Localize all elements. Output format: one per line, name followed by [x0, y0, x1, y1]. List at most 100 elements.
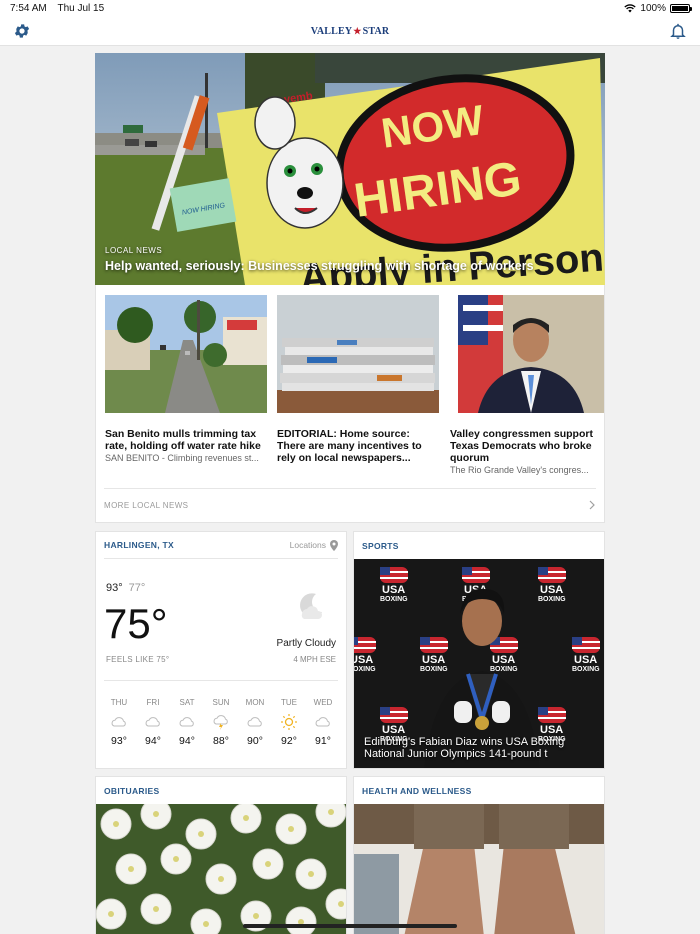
forecast-day: MON 90°	[238, 698, 272, 747]
chevron-right-icon	[589, 500, 595, 510]
battery-icon	[670, 4, 692, 13]
usa-boxing-logo: USABOXING	[538, 567, 566, 603]
story-subtitle: The Rio Grande Valley's congres...	[450, 465, 589, 475]
thunderstorm-icon	[212, 713, 230, 731]
svg-text:BOXING: BOXING	[380, 596, 408, 603]
forecast-day-name: FRI	[146, 698, 160, 707]
forecast-day-temp: 94°	[145, 735, 161, 747]
svg-text:USA: USA	[422, 654, 445, 666]
story-card[interactable]: Valley congressmen support Texas Democra…	[450, 295, 604, 475]
svg-text:USA: USA	[354, 654, 373, 666]
svg-text:BOXING: BOXING	[538, 596, 566, 603]
locations-button[interactable]: Locations	[289, 539, 338, 551]
flower	[185, 818, 217, 850]
nav-bar: VALLEY ★ STAR	[0, 18, 700, 46]
obituaries-section-title: OBITUARIES	[104, 785, 160, 796]
hero-story[interactable]: NOW HIRING Novemb Apply in Person NOW HI…	[95, 53, 605, 285]
logo-text-left: VALLEY	[310, 25, 353, 37]
usa-boxing-logo: USABOXING	[572, 637, 600, 673]
svg-text:BOXING: BOXING	[572, 666, 600, 673]
feels-like: FEELS LIKE 75°	[106, 655, 170, 664]
flower	[230, 804, 262, 834]
logo-star-icon: ★	[353, 25, 362, 36]
forecast-day: WED 91°	[306, 698, 340, 747]
home-indicator[interactable]	[243, 924, 457, 928]
usa-boxing-logo: USABOXING	[380, 567, 408, 603]
svg-text:USA: USA	[382, 724, 405, 736]
flower	[295, 858, 327, 890]
forecast-day-temp: 88°	[213, 735, 229, 747]
location-pin-icon	[330, 539, 338, 551]
flower	[140, 804, 172, 830]
flower	[140, 893, 172, 925]
forecast-day-name: SAT	[179, 698, 195, 707]
sports-section-title: SPORTS	[362, 540, 399, 551]
flower	[96, 898, 127, 930]
forecast-day: SUN 88°	[204, 698, 238, 747]
story-title: San Benito mulls trimming tax rate, hold…	[105, 428, 261, 452]
obituaries-card[interactable]: OBITUARIES	[95, 776, 347, 934]
locations-label: Locations	[289, 540, 326, 550]
health-card[interactable]: HEALTH AND WELLNESS	[353, 776, 605, 934]
cloud-icon	[110, 713, 128, 731]
story-subtitle: SAN BENITO - Climbing revenues st...	[105, 453, 259, 463]
forecast-day-name: WED	[313, 698, 333, 707]
obituaries-image	[96, 804, 346, 934]
forecast-day-temp: 92°	[281, 735, 297, 747]
gear-icon[interactable]	[13, 22, 31, 40]
story-title: Valley congressmen support Texas Democra…	[450, 428, 593, 464]
flower	[252, 848, 284, 880]
forecast-day-temp: 93°	[111, 735, 127, 747]
status-date: Thu Jul 15	[57, 3, 105, 14]
svg-text:BOXING: BOXING	[490, 666, 518, 673]
flower	[190, 908, 222, 934]
svg-text:USA: USA	[492, 654, 515, 666]
health-section-title: HEALTH AND WELLNESS	[362, 785, 472, 796]
forecast-day-temp: 94°	[179, 735, 195, 747]
svg-text:USA: USA	[540, 584, 563, 596]
weather-condition: Partly Cloudy	[276, 638, 336, 649]
forecast-day-name: MON	[245, 698, 265, 707]
usa-boxing-logo: USABOXING	[490, 637, 518, 673]
story-thumb-street	[105, 295, 267, 413]
divider	[104, 488, 596, 489]
sports-card[interactable]: SPORTS USABOXINGUSABOXINGUSABOXINGUSABOX…	[353, 531, 605, 769]
divider	[104, 680, 338, 681]
svg-text:USA: USA	[382, 584, 405, 596]
story-card[interactable]: EDITORIAL: Home source: There are many i…	[277, 295, 439, 464]
flower	[100, 808, 132, 840]
app-logo[interactable]: VALLEY ★ STAR	[310, 24, 390, 38]
svg-text:BOXING: BOXING	[354, 666, 376, 673]
temp-low: 77°	[128, 582, 146, 594]
story-card[interactable]: San Benito mulls trimming tax rate, hold…	[105, 295, 267, 463]
bell-icon[interactable]	[669, 22, 687, 40]
forecast-day-name: SUN	[212, 698, 230, 707]
forecast-day: FRI 94°	[136, 698, 170, 747]
more-local-news-link[interactable]: MORE LOCAL NEWS	[104, 497, 596, 513]
story-thumb-newspapers	[277, 295, 439, 413]
forecast-day-name: TUE	[281, 698, 297, 707]
svg-text:BOXING: BOXING	[420, 666, 448, 673]
svg-text:USA: USA	[540, 724, 563, 736]
wifi-icon	[624, 4, 637, 13]
flower	[285, 906, 317, 934]
wind-speed: 4 MPH ESE	[293, 655, 336, 664]
hero-kicker: LOCAL NEWS	[105, 246, 163, 255]
more-local-news-label: MORE LOCAL NEWS	[104, 500, 189, 510]
story-thumb-congressman	[458, 295, 604, 413]
flower	[115, 853, 147, 885]
hero-headline[interactable]: Help wanted, seriously: Businesses strug…	[105, 259, 534, 273]
svg-text:USA: USA	[574, 654, 597, 666]
sports-headline[interactable]: Edinburg's Fabian Diaz wins USA Boxing N…	[364, 736, 600, 760]
forecast-day-name: THU	[110, 698, 128, 707]
status-time: 7:54 AM	[10, 3, 47, 14]
health-image	[354, 804, 604, 934]
usa-boxing-logo: USABOXING	[354, 637, 376, 673]
forecast-day-temp: 90°	[247, 735, 263, 747]
forecast-day-temp: 91°	[315, 735, 331, 747]
weather-card[interactable]: HARLINGEN, TX Locations 93° 77° 75° FEELS…	[95, 531, 347, 769]
cloud-icon	[246, 713, 264, 731]
battery-percent: 100%	[640, 3, 666, 14]
current-temp: 75°	[104, 600, 168, 647]
cloud-icon	[314, 713, 332, 731]
